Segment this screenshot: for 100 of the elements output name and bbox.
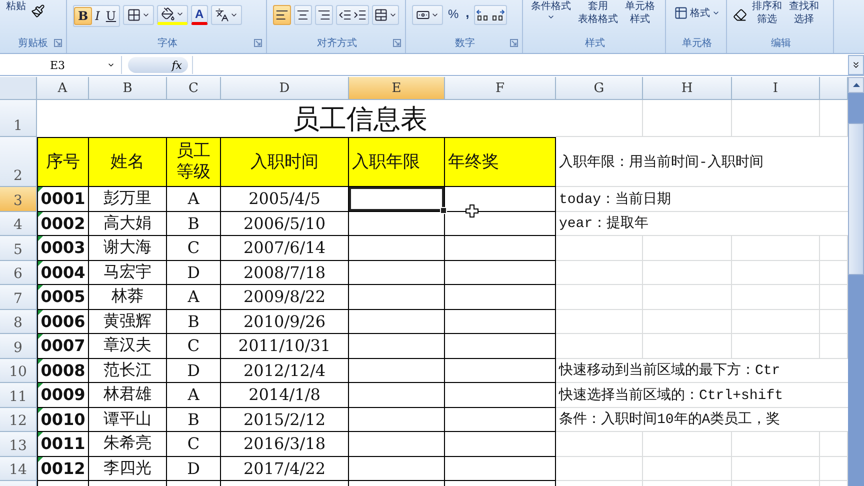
table-cell: C — [167, 236, 221, 260]
table-format-button[interactable]: 套用 表格格式 — [576, 0, 620, 26]
row-header[interactable]: 3 — [0, 187, 37, 212]
phonetic-button[interactable] — [210, 5, 242, 25]
align-button[interactable] — [294, 5, 312, 25]
conditional-format-button[interactable]: 条件格式 — [529, 0, 573, 21]
row-header[interactable]: 9 — [0, 334, 37, 358]
align-center-icon — [296, 8, 310, 22]
column-header[interactable]: B — [89, 77, 167, 100]
decimal-icon — [491, 9, 506, 21]
table-cell: 马宏宇 — [89, 260, 167, 285]
row-header[interactable]: 10 — [0, 358, 37, 383]
vertical-scrollbar[interactable] — [848, 77, 864, 486]
table-cell: 林君雄 — [89, 383, 167, 408]
row-header[interactable]: 2 — [0, 137, 37, 187]
table-cell: C — [167, 334, 221, 358]
merge-cells-icon — [374, 8, 388, 22]
table-cell: 0004 — [37, 260, 89, 285]
format-button[interactable]: 格式 — [672, 6, 722, 20]
column-header[interactable]: F — [445, 77, 556, 100]
row-header[interactable]: 12 — [0, 408, 37, 432]
scroll-up-button[interactable] — [848, 77, 864, 93]
scroll-thumb[interactable] — [848, 123, 864, 275]
table-cell: A — [167, 187, 221, 212]
table-cell: B — [167, 310, 221, 334]
table-cell: B — [167, 408, 221, 432]
table-cell: 0009 — [37, 383, 89, 408]
indent-decrease-icon — [338, 8, 352, 22]
row-header[interactable]: 14 — [0, 456, 37, 481]
align-right-icon — [317, 8, 331, 22]
caret-icon — [547, 13, 555, 21]
launcher-icon[interactable] — [254, 39, 262, 47]
table-cell: 李四光 — [89, 456, 167, 481]
align-button[interactable] — [273, 5, 291, 25]
row-header[interactable]: 4 — [0, 212, 37, 236]
table-cell: A — [167, 383, 221, 408]
languages-icon — [214, 8, 229, 22]
merge-button[interactable] — [372, 5, 399, 25]
table-icon — [674, 6, 688, 20]
table-cell: 彭万里 — [89, 187, 167, 212]
fill-handle[interactable] — [440, 206, 447, 214]
table-cell: 范长江 — [89, 358, 167, 383]
table-cell: 2005/4/5 — [221, 187, 349, 212]
row-header[interactable]: 6 — [0, 260, 37, 285]
launcher-icon[interactable] — [510, 39, 518, 47]
indent-button[interactable] — [336, 5, 369, 25]
table-cell: A — [167, 285, 221, 310]
find-select-button[interactable]: 查找和 选择 — [787, 0, 821, 26]
column-header[interactable]: I — [732, 77, 820, 100]
column-header[interactable]: H — [643, 77, 732, 100]
launcher-icon[interactable] — [54, 39, 62, 47]
font-color-button[interactable]: A — [191, 5, 208, 25]
column-header[interactable]: D — [221, 77, 349, 100]
row-header[interactable]: 7 — [0, 285, 37, 310]
column-title: 入职年限 — [349, 137, 445, 187]
column-title: 入职时间 — [221, 137, 349, 187]
group-label: 样式 — [585, 36, 605, 50]
table-cell: 高大娟 — [89, 212, 167, 236]
paste-button[interactable]: 粘贴 — [4, 0, 28, 13]
note-text: 快速移动到当前区域的最下方：Ctr — [556, 358, 848, 383]
name-box[interactable]: E3 — [0, 56, 122, 74]
group-label: 剪贴板 — [18, 36, 48, 50]
style-toggle[interactable]: B — [74, 7, 92, 25]
column-header[interactable]: E — [349, 77, 445, 100]
caret-icon — [230, 11, 238, 19]
decimal-button[interactable] — [474, 5, 508, 25]
table-cell: 林莽 — [89, 285, 167, 310]
table-cell: 2011/10/31 — [221, 334, 349, 358]
column-header[interactable]: G — [556, 77, 643, 100]
align-button[interactable] — [315, 5, 333, 25]
row-header[interactable]: 11 — [0, 383, 37, 408]
cross-cursor-icon — [465, 204, 479, 218]
column-header[interactable]: C — [167, 77, 221, 100]
comma-button[interactable]: , — [464, 6, 472, 19]
table-cell: 章汉夫 — [89, 334, 167, 358]
table-cell: 2014/1/8 — [221, 383, 349, 408]
selected-cell[interactable] — [349, 187, 445, 212]
percent-button[interactable]: % — [446, 8, 461, 21]
select-all-corner[interactable] — [0, 77, 37, 100]
insert-function-button[interactable]: fx — [128, 57, 188, 73]
borders-button[interactable] — [123, 5, 154, 25]
fill-color-button[interactable] — [157, 5, 188, 25]
row-header[interactable]: 1 — [0, 100, 37, 137]
caret-icon — [431, 11, 439, 19]
row-header[interactable]: 13 — [0, 432, 37, 456]
row-header[interactable]: 5 — [0, 236, 37, 260]
column-title: 年终奖 — [445, 137, 556, 187]
row-header[interactable]: 8 — [0, 310, 37, 334]
group-label: 单元格 — [682, 36, 712, 50]
table-cell: 谢大海 — [89, 236, 167, 260]
chevrons-down-icon — [851, 60, 861, 70]
column-header[interactable]: A — [37, 77, 89, 100]
table-cell: 2012/12/4 — [221, 358, 349, 383]
accounting-button[interactable] — [412, 5, 443, 25]
cell-styles-button[interactable]: 单元格 样式 — [623, 0, 657, 26]
launcher-icon[interactable] — [393, 39, 401, 47]
table-cell: 0002 — [37, 212, 89, 236]
sort-filter-button[interactable]: 排序和 筛选 — [750, 0, 784, 26]
expand-button[interactable] — [848, 55, 864, 75]
table-cell: D — [167, 456, 221, 481]
